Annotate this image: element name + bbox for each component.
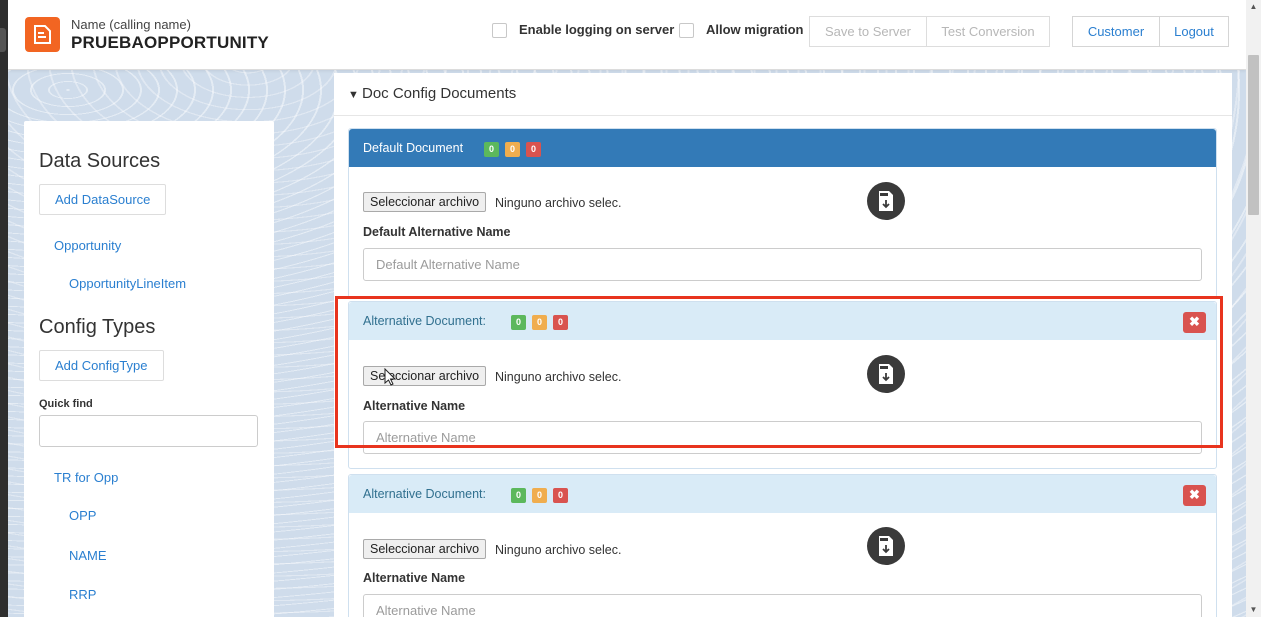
datasource-item-opportunity[interactable]: Opportunity [54, 238, 121, 253]
allow-migration-checkbox[interactable] [679, 23, 694, 38]
sidebar: Data Sources Add DataSource Opportunity … [24, 121, 274, 617]
document-logo-icon [25, 17, 60, 52]
left-edge-tab [0, 28, 6, 52]
save-to-server-button[interactable]: Save to Server [809, 16, 927, 47]
alternative-name-input[interactable] [363, 594, 1202, 617]
config-types-title: Config Types [39, 316, 156, 338]
delete-document-button[interactable]: ✖ [1183, 485, 1206, 506]
alternative-document-panel: Alternative Document: 0 0 0 ✖ Selecciona… [348, 301, 1217, 469]
select-file-button[interactable]: Seleccionar archivo [363, 539, 487, 559]
count-badge-danger: 0 [526, 142, 541, 157]
panel-title: Alternative Document: [363, 487, 486, 501]
select-file-button[interactable]: Seleccionar archivo [363, 366, 487, 386]
doc-download-icon[interactable] [867, 527, 905, 565]
app-title: PRUEBAOPPORTUNITY [71, 33, 269, 52]
panel-header: Default Document 0 0 0 [349, 129, 1216, 167]
file-status: Ninguno archivo selec. [495, 543, 622, 557]
config-item-tr-for-opp[interactable]: TR for Opp [54, 470, 118, 485]
datasource-item-opportunitylineitem[interactable]: OpportunityLineItem [69, 276, 186, 291]
panel-header: Alternative Document: 0 0 0 ✖ [349, 475, 1216, 513]
app-header: Name (calling name) PRUEBAOPPORTUNITY En… [8, 0, 1246, 70]
config-item-name[interactable]: NAME [69, 548, 107, 563]
config-item-opp[interactable]: OPP [69, 508, 96, 523]
panel-title: Default Document [363, 141, 464, 155]
allow-migration-label: Allow migration [706, 22, 804, 37]
count-badge-warning: 0 [532, 315, 547, 330]
count-badge-warning: 0 [532, 488, 547, 503]
section-title: Doc Config Documents [362, 85, 517, 102]
scroll-thumb[interactable] [1248, 55, 1259, 215]
quick-find-label: Quick find [39, 398, 93, 410]
default-alternative-name-input[interactable] [363, 248, 1202, 281]
field-label: Default Alternative Name [363, 225, 511, 239]
enable-logging-label: Enable logging on server [519, 22, 675, 37]
config-item-rrp[interactable]: RRP [69, 587, 96, 602]
scroll-down-icon[interactable]: ▼ [1246, 603, 1261, 617]
panel-header: Alternative Document: 0 0 0 ✖ [349, 302, 1216, 340]
quick-find-input[interactable] [39, 415, 258, 447]
count-badge-danger: 0 [553, 315, 568, 330]
count-badge-success: 0 [511, 488, 526, 503]
doc-config-section-header[interactable]: ▼ Doc Config Documents [348, 85, 516, 102]
alternative-document-panel: Alternative Document: 0 0 0 ✖ Selecciona… [348, 474, 1217, 617]
chevron-down-icon: ▼ [348, 89, 359, 101]
count-badge-success: 0 [511, 315, 526, 330]
count-badge-success: 0 [484, 142, 499, 157]
file-status: Ninguno archivo selec. [495, 196, 622, 210]
vertical-scrollbar[interactable]: ▲ ▼ [1246, 0, 1261, 617]
scroll-up-icon[interactable]: ▲ [1246, 0, 1261, 14]
app-frame: Name (calling name) PRUEBAOPPORTUNITY En… [8, 0, 1246, 617]
file-status: Ninguno archivo selec. [495, 370, 622, 384]
select-file-button[interactable]: Seleccionar archivo [363, 192, 487, 212]
panel-title: Alternative Document: [363, 314, 486, 328]
doc-download-icon[interactable] [867, 355, 905, 393]
left-window-edge [0, 0, 8, 617]
data-sources-title: Data Sources [39, 150, 161, 172]
add-datasource-button[interactable]: Add DataSource [39, 184, 167, 215]
count-badge-danger: 0 [553, 488, 568, 503]
doc-download-icon[interactable] [867, 182, 905, 220]
test-conversion-button[interactable]: Test Conversion [926, 16, 1050, 47]
close-icon: ✖ [1189, 314, 1200, 329]
logout-button[interactable]: Logout [1159, 16, 1229, 47]
delete-document-button[interactable]: ✖ [1183, 312, 1206, 333]
section-divider [334, 115, 1232, 116]
app-subtitle: Name (calling name) [71, 17, 191, 32]
close-icon: ✖ [1189, 487, 1200, 502]
field-label: Alternative Name [363, 399, 466, 413]
count-badge-warning: 0 [505, 142, 520, 157]
enable-logging-checkbox[interactable] [492, 23, 507, 38]
add-configtype-button[interactable]: Add ConfigType [39, 350, 164, 381]
default-document-panel: Default Document 0 0 0 Seleccionar archi… [348, 128, 1217, 298]
alternative-name-input[interactable] [363, 421, 1202, 454]
mouse-cursor-icon [384, 367, 397, 389]
customer-button[interactable]: Customer [1072, 16, 1160, 47]
field-label: Alternative Name [363, 571, 466, 585]
main-content: ▼ Doc Config Documents Default Document 0… [334, 73, 1232, 617]
